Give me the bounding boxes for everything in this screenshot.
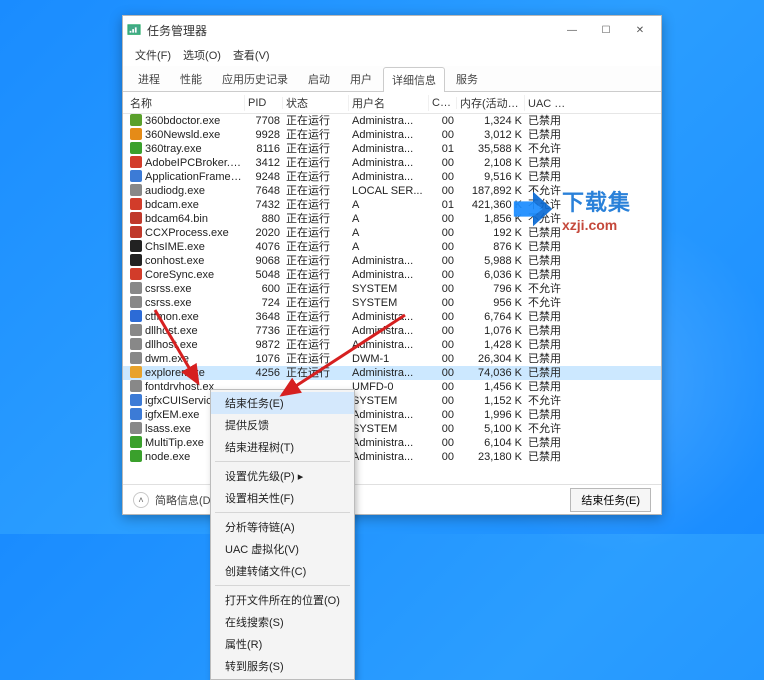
table-row[interactable]: dllhost.exe9872正在运行Administra...001,428 …: [123, 338, 661, 352]
tab-1[interactable]: 性能: [171, 66, 211, 91]
fewer-details[interactable]: ˄ 简略信息(D): [133, 492, 214, 508]
process-icon: [130, 366, 142, 378]
menu-item[interactable]: 在线搜索(S): [211, 611, 354, 633]
table-row[interactable]: audiodg.exe7648正在运行LOCAL SER...00187,892…: [123, 184, 661, 198]
table-row[interactable]: CCXProcess.exe2020正在运行A00192 K已禁用: [123, 226, 661, 240]
col-pid[interactable]: PID: [245, 97, 283, 109]
tab-0[interactable]: 进程: [129, 66, 169, 91]
process-icon: [130, 338, 142, 350]
menu-item[interactable]: UAC 虚拟化(V): [211, 538, 354, 560]
table-row[interactable]: bdcam.exe7432正在运行A01421,360 K不允许: [123, 198, 661, 212]
menu-item[interactable]: 提供反馈: [211, 414, 354, 436]
menu-item[interactable]: 结束进程树(T): [211, 436, 354, 458]
app-icon: [127, 23, 141, 37]
table-row[interactable]: 360tray.exe8116正在运行Administra...0135,588…: [123, 142, 661, 156]
table-row[interactable]: igfxCUIServiceSYSTEM001,152 K不允许: [123, 394, 661, 408]
chevron-up-icon: ˄: [133, 492, 149, 508]
process-icon: [130, 408, 142, 420]
menu-options[interactable]: 选项(O): [179, 45, 225, 65]
col-uac[interactable]: UAC 虚拟化: [525, 95, 569, 111]
table-row[interactable]: csrss.exe600正在运行SYSTEM00796 K不允许: [123, 282, 661, 296]
process-list[interactable]: 360bdoctor.exe7708正在运行Administra...001,3…: [123, 114, 661, 484]
process-icon: [130, 380, 142, 392]
menu-item[interactable]: 分析等待链(A): [211, 516, 354, 538]
menu-item[interactable]: 创建转储文件(C): [211, 560, 354, 582]
table-row[interactable]: ApplicationFrameH...9248正在运行Administra..…: [123, 170, 661, 184]
menu-item[interactable]: 打开文件所在的位置(O): [211, 589, 354, 611]
table-row[interactable]: MultiTip.exeAdministra...006,104 K已禁用: [123, 436, 661, 450]
col-status[interactable]: 状态: [283, 95, 349, 111]
maximize-button[interactable]: ☐: [589, 20, 623, 40]
table-row[interactable]: node.exeAdministra...0023,180 K已禁用: [123, 450, 661, 464]
process-icon: [130, 240, 142, 252]
column-headers[interactable]: 名称 PID 状态 用户名 CPU 内存(活动的... UAC 虚拟化: [123, 92, 661, 114]
process-icon: [130, 436, 142, 448]
menu-item[interactable]: 结束任务(E): [211, 392, 354, 414]
tab-3[interactable]: 启动: [299, 66, 339, 91]
tab-4[interactable]: 用户: [341, 66, 381, 91]
table-row[interactable]: igfxEM.exeAdministra...001,996 K已禁用: [123, 408, 661, 422]
process-icon: [130, 310, 142, 322]
tabs: 进程性能应用历史记录启动用户详细信息服务: [123, 66, 661, 92]
task-manager-window: 任务管理器 — ☐ ✕ 文件(F) 选项(O) 查看(V) 进程性能应用历史记录…: [122, 15, 662, 515]
table-row[interactable]: dwm.exe1076正在运行DWM-10026,304 K已禁用: [123, 352, 661, 366]
process-icon: [130, 450, 142, 462]
table-row[interactable]: CoreSync.exe5048正在运行Administra...006,036…: [123, 268, 661, 282]
col-memory[interactable]: 内存(活动的...: [457, 95, 525, 111]
window-title: 任务管理器: [147, 22, 555, 39]
process-icon: [130, 142, 142, 154]
menu-file[interactable]: 文件(F): [131, 45, 175, 65]
process-icon: [130, 170, 142, 182]
process-icon: [130, 394, 142, 406]
table-row[interactable]: explorer.exe4256正在运行Administra...0074,03…: [123, 366, 661, 380]
process-icon: [130, 268, 142, 280]
process-icon: [130, 184, 142, 196]
table-row[interactable]: ChsIME.exe4076正在运行A00876 K已禁用: [123, 240, 661, 254]
menu-item[interactable]: 设置相关性(F): [211, 487, 354, 509]
table-row[interactable]: ctfmon.exe3648正在运行Administra...006,764 K…: [123, 310, 661, 324]
table-row[interactable]: AdobeIPCBroker.exe3412正在运行Administra...0…: [123, 156, 661, 170]
col-cpu[interactable]: CPU: [429, 97, 457, 109]
context-menu[interactable]: 结束任务(E)提供反馈结束进程树(T) 设置优先级(P) ▸设置相关性(F) 分析等…: [210, 389, 355, 680]
table-row[interactable]: 360bdoctor.exe7708正在运行Administra...001,3…: [123, 114, 661, 128]
end-task-button[interactable]: 结束任务(E): [570, 488, 651, 512]
table-row[interactable]: csrss.exe724正在运行SYSTEM00956 K不允许: [123, 296, 661, 310]
menu-item[interactable]: 转到服务(S): [211, 655, 354, 677]
table-row[interactable]: fontdrvhost.exUMFD-0001,456 K已禁用: [123, 380, 661, 394]
process-icon: [130, 156, 142, 168]
table-row[interactable]: dllhost.exe7736正在运行Administra...001,076 …: [123, 324, 661, 338]
details-pane: 名称 PID 状态 用户名 CPU 内存(活动的... UAC 虚拟化 360b…: [123, 92, 661, 484]
process-icon: [130, 198, 142, 210]
process-icon: [130, 352, 142, 364]
menu-view[interactable]: 查看(V): [229, 45, 274, 65]
table-row[interactable]: conhost.exe9068正在运行Administra...005,988 …: [123, 254, 661, 268]
menu-item[interactable]: 设置优先级(P) ▸: [211, 465, 354, 487]
process-icon: [130, 324, 142, 336]
process-icon: [130, 422, 142, 434]
process-icon: [130, 296, 142, 308]
process-icon: [130, 212, 142, 224]
process-icon: [130, 282, 142, 294]
process-icon: [130, 128, 142, 140]
process-icon: [130, 254, 142, 266]
minimize-button[interactable]: —: [555, 20, 589, 40]
menu-item[interactable]: 属性(R): [211, 633, 354, 655]
titlebar[interactable]: 任务管理器 — ☐ ✕: [123, 16, 661, 44]
col-user[interactable]: 用户名: [349, 95, 429, 111]
process-icon: [130, 114, 142, 126]
tab-5[interactable]: 详细信息: [383, 67, 445, 92]
footer: ˄ 简略信息(D) 结束任务(E): [123, 484, 661, 514]
close-button[interactable]: ✕: [623, 20, 657, 40]
process-icon: [130, 226, 142, 238]
table-row[interactable]: bdcam64.bin880正在运行A001,856 K不允许: [123, 212, 661, 226]
table-row[interactable]: 360Newsld.exe9928正在运行Administra...003,01…: [123, 128, 661, 142]
tab-6[interactable]: 服务: [447, 66, 487, 91]
col-name[interactable]: 名称: [127, 95, 245, 111]
tab-2[interactable]: 应用历史记录: [213, 66, 297, 91]
table-row[interactable]: lsass.exeSYSTEM005,100 K不允许: [123, 422, 661, 436]
menubar: 文件(F) 选项(O) 查看(V): [123, 44, 661, 66]
